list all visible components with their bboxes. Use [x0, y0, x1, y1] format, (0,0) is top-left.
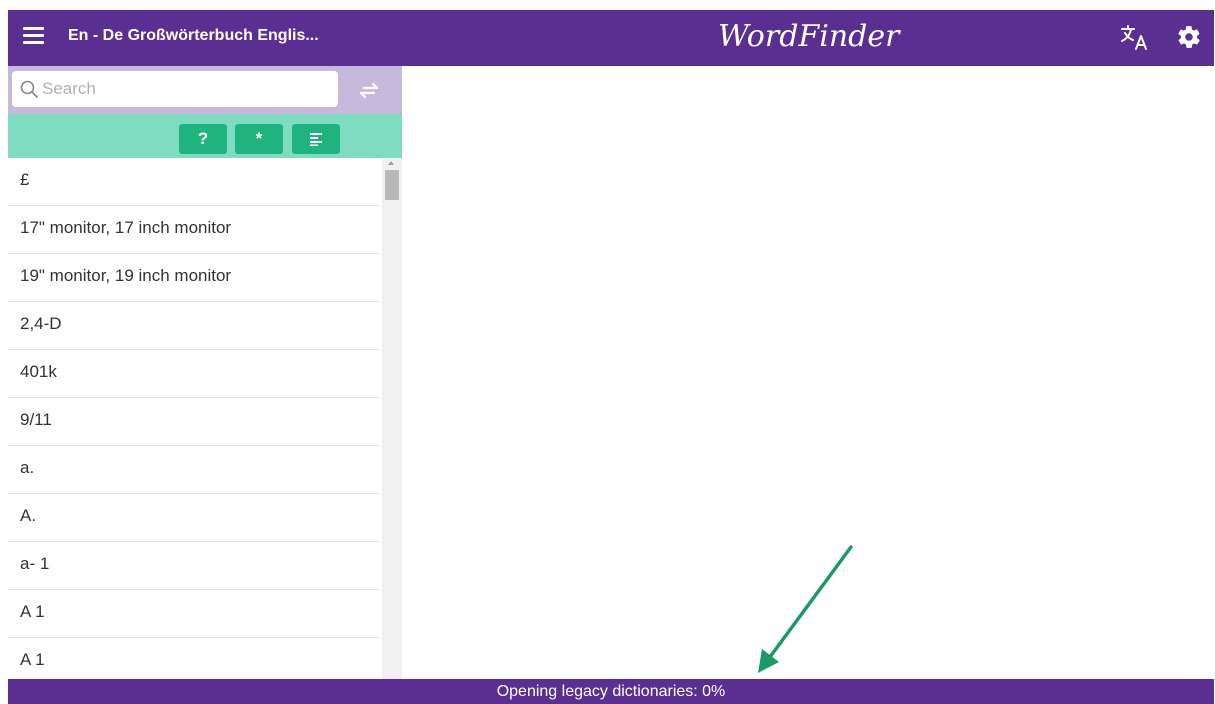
search-tools-bar: ? *	[8, 114, 402, 158]
gear-icon[interactable]	[1176, 24, 1202, 50]
word-list-item[interactable]: 401k	[8, 350, 379, 398]
word-list-item[interactable]: 9/11	[8, 398, 379, 446]
scroll-thumb[interactable]	[385, 170, 399, 200]
swap-direction-icon[interactable]	[356, 79, 382, 101]
translate-icon[interactable]	[1120, 24, 1152, 52]
status-bar: Opening legacy dictionaries: 0%	[8, 679, 1214, 704]
scrollbar[interactable]	[382, 158, 402, 679]
word-list-item[interactable]: A 1	[8, 638, 379, 679]
word-list-item[interactable]: A.	[8, 494, 379, 542]
text-lines-icon	[310, 133, 322, 146]
search-icon	[20, 80, 38, 98]
wildcard-multi-button[interactable]: *	[235, 124, 283, 154]
word-list-item[interactable]: a.	[8, 446, 379, 494]
question-icon: ?	[197, 129, 209, 148]
word-list-item[interactable]: 19" monitor, 19 inch monitor	[8, 254, 379, 302]
word-list-item[interactable]: £	[8, 158, 379, 206]
word-list-panel: ? * £17" monitor, 17 inch monitor19" mon…	[8, 66, 402, 679]
status-text: Opening legacy dictionaries: 0%	[496, 683, 726, 700]
word-list-item[interactable]: 2,4-D	[8, 302, 379, 350]
wildcard-single-button[interactable]: ?	[179, 124, 227, 154]
app-title: WordFinder	[718, 19, 900, 54]
scroll-up-arrow-icon[interactable]	[388, 161, 394, 165]
annotation-arrow-icon	[758, 545, 853, 673]
app-header: En - De Großwörterbuch Englis... WordFin…	[8, 10, 1214, 66]
search-input[interactable]	[42, 77, 322, 101]
menu-icon[interactable]	[23, 27, 44, 45]
dictionary-title[interactable]: En - De Großwörterbuch Englis...	[68, 27, 319, 45]
search-bar	[8, 66, 402, 114]
wordfinder-app: En - De Großwörterbuch Englis... WordFin…	[8, 10, 1214, 704]
asterisk-icon: *	[255, 129, 263, 148]
word-list-item[interactable]: 17" monitor, 17 inch monitor	[8, 206, 379, 254]
word-list: £17" monitor, 17 inch monitor 19" monitor…	[8, 158, 379, 679]
word-list-item[interactable]: A 1	[8, 590, 379, 638]
word-list-container: £17" monitor, 17 inch monitor 19" monitor…	[8, 158, 402, 679]
word-list-item[interactable]: a- 1	[8, 542, 379, 590]
search-box[interactable]	[12, 71, 338, 107]
fulltext-search-button[interactable]	[292, 124, 340, 154]
